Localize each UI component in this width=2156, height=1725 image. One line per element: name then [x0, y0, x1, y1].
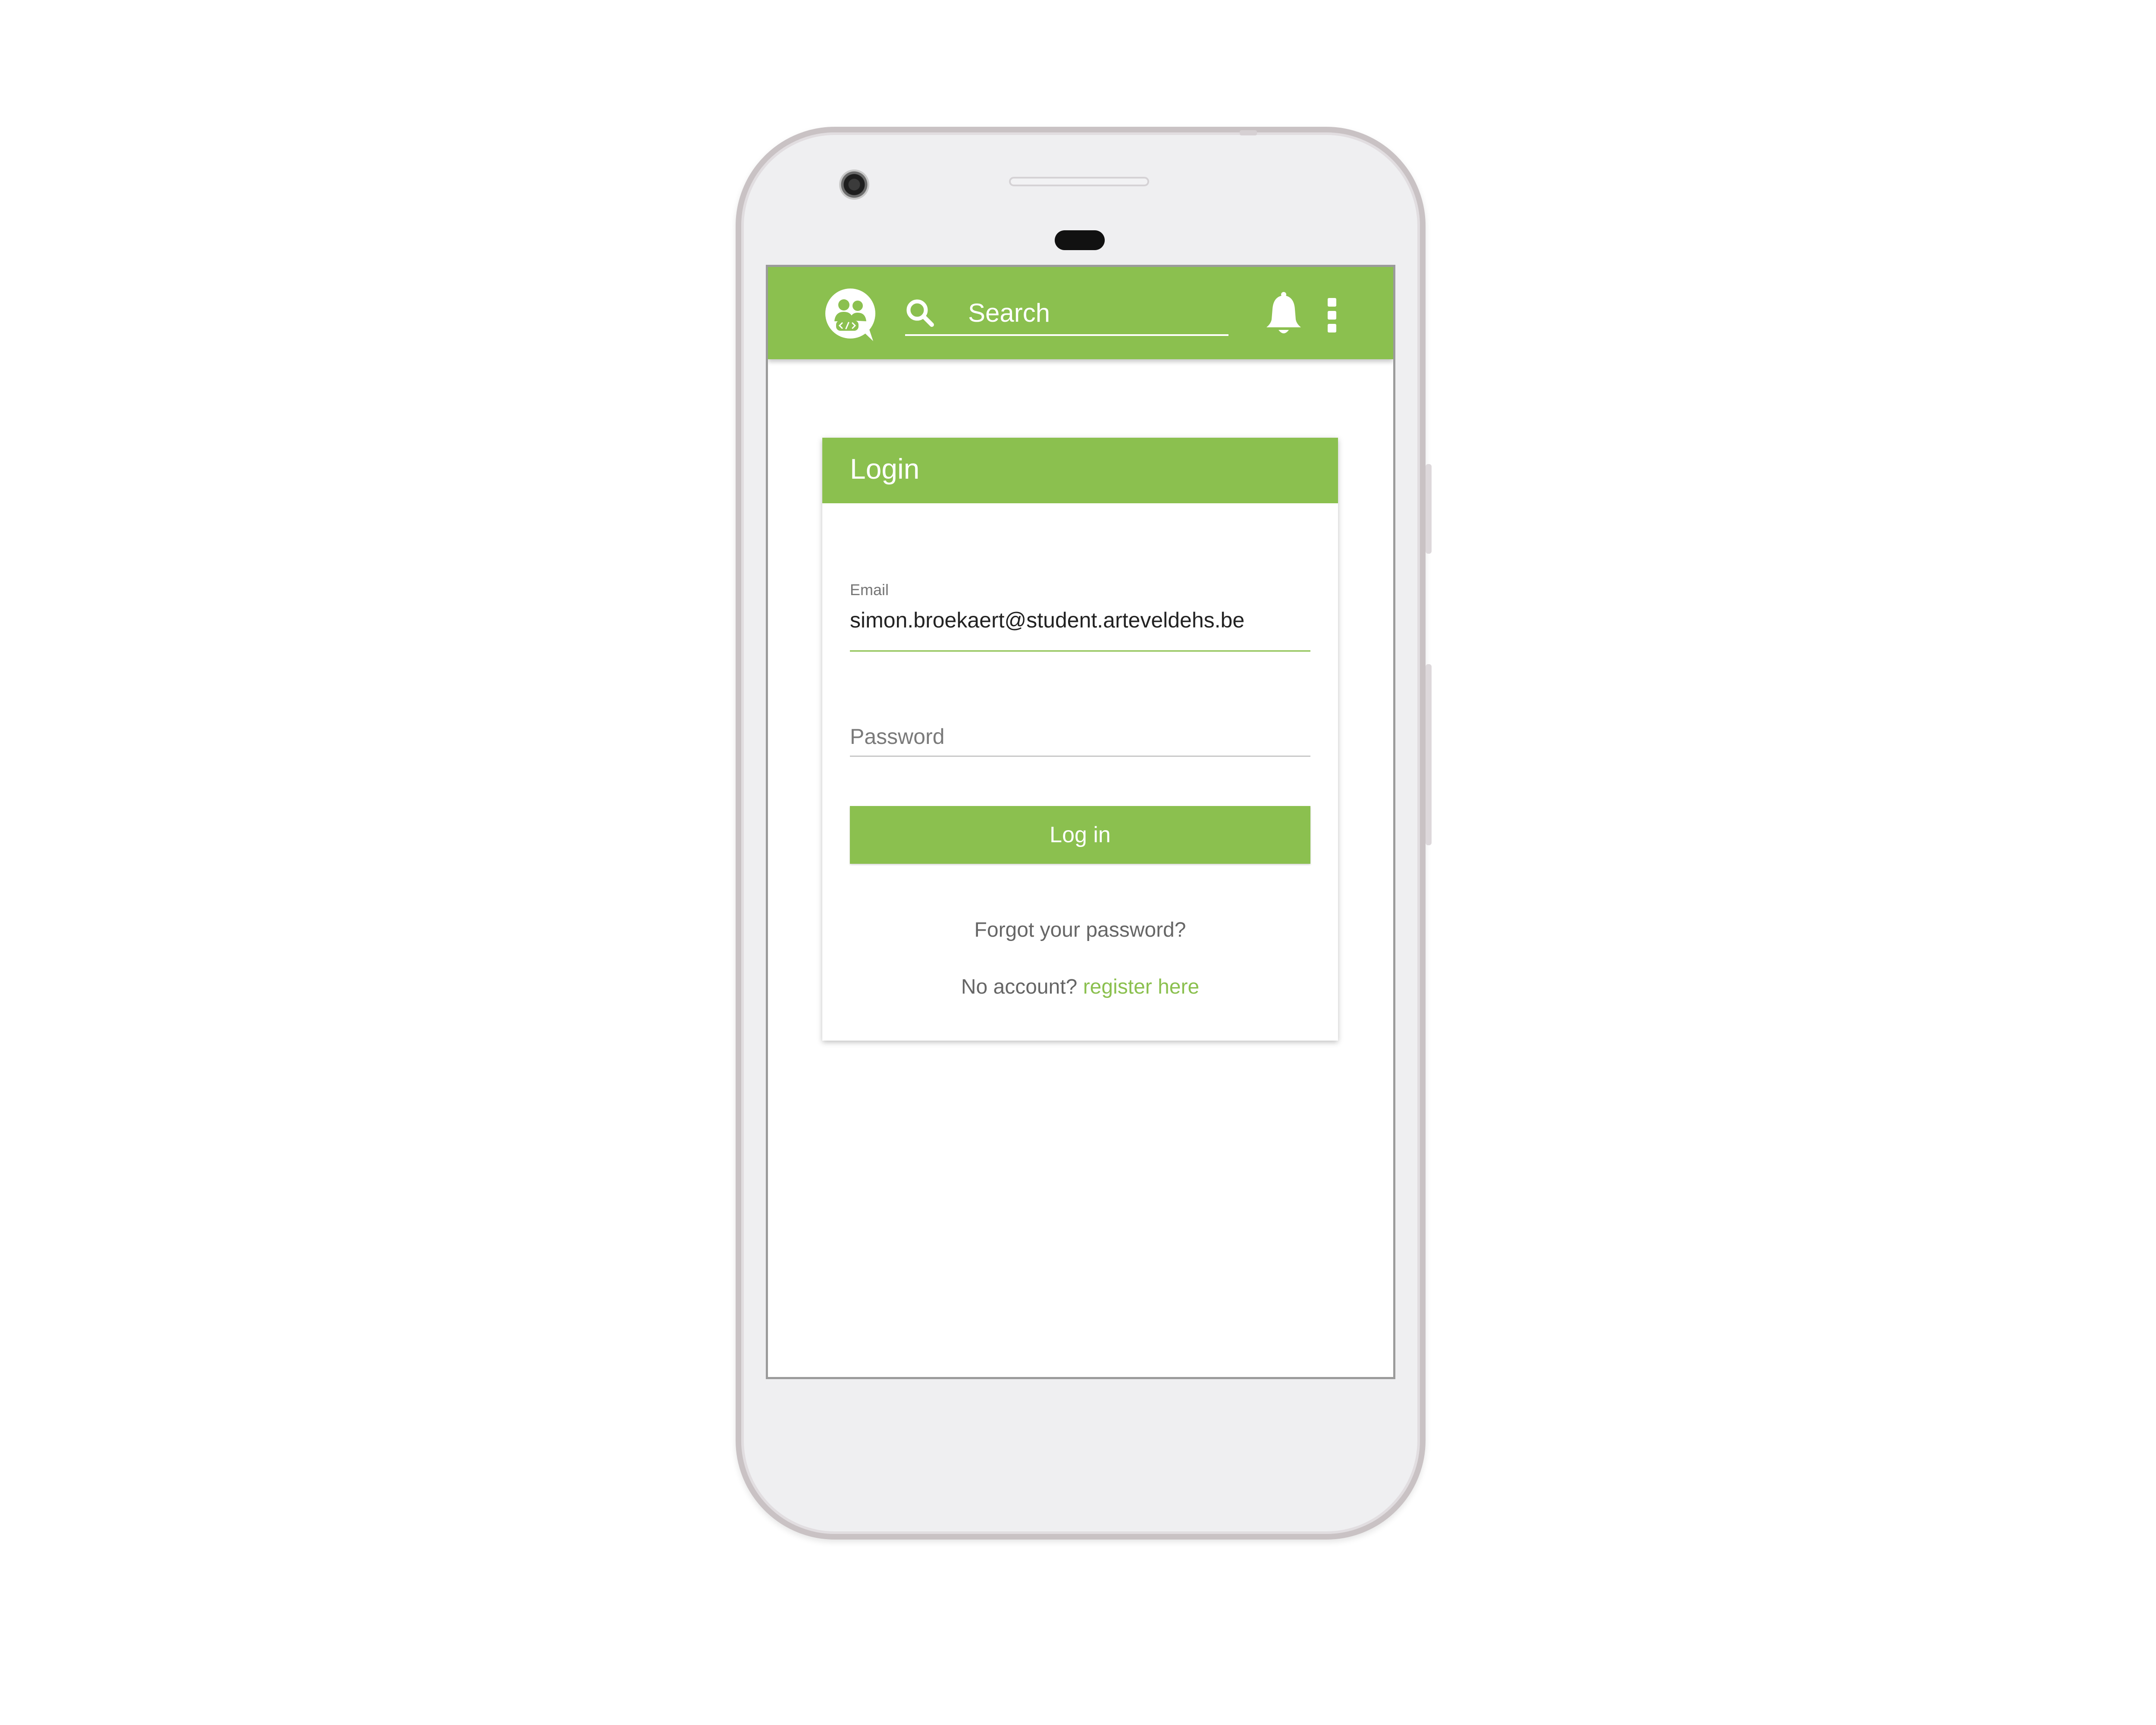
search-bar: [905, 288, 1228, 336]
password-field[interactable]: [850, 703, 1310, 757]
app-bar: [768, 267, 1393, 359]
phone-screen: Login Email simon.broekaert@student.arte…: [766, 265, 1395, 1379]
more-vertical-icon[interactable]: [1327, 297, 1337, 333]
search-icon[interactable]: [905, 298, 935, 328]
email-label: Email: [850, 581, 889, 599]
no-account-text: No account?: [961, 975, 1083, 998]
chat-group-logo-icon[interactable]: [822, 287, 878, 343]
earpiece-speaker: [1009, 177, 1149, 186]
email-value[interactable]: simon.broekaert@student.arteveldehs.be: [850, 608, 1244, 633]
login-button[interactable]: Log in: [850, 806, 1310, 864]
login-card: Login Email simon.broekaert@student.arte…: [822, 438, 1338, 1041]
volume-button: [1426, 664, 1432, 845]
proximity-sensor: [1055, 230, 1105, 250]
login-card-header: Login: [822, 438, 1338, 503]
register-prompt: No account? register here: [822, 975, 1338, 999]
forgot-password-link[interactable]: Forgot your password?: [822, 918, 1338, 942]
power-button: [1426, 464, 1432, 554]
email-field[interactable]: Email simon.broekaert@student.arteveldeh…: [850, 577, 1310, 652]
search-input[interactable]: [968, 294, 1222, 332]
front-camera: [839, 169, 869, 200]
login-title: Login: [850, 453, 920, 485]
password-input[interactable]: [850, 721, 1310, 752]
top-notch: [1240, 130, 1257, 135]
register-link[interactable]: register here: [1083, 975, 1199, 998]
bell-icon[interactable]: [1264, 291, 1304, 336]
